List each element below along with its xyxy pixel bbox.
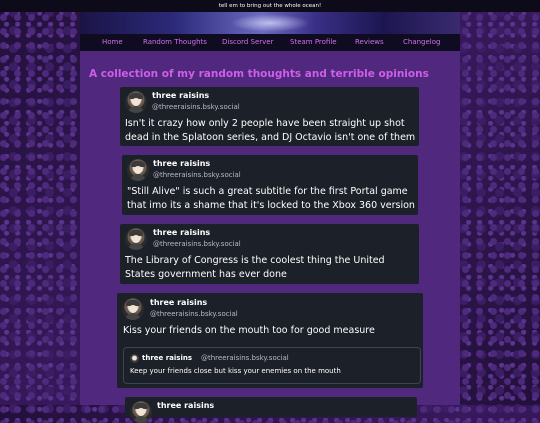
quoted-post-text: Keep your friends close but kiss your en… [130, 367, 341, 375]
quoted-post[interactable]: three raisins @threeraisins.bsky.social … [123, 347, 421, 384]
author-name[interactable]: three raisins [150, 298, 207, 307]
author-name[interactable]: three raisins [153, 159, 210, 168]
nav-steam-profile[interactable]: Steam Profile [290, 38, 337, 46]
avatar[interactable] [130, 401, 152, 423]
avatar[interactable] [130, 354, 139, 363]
author-handle[interactable]: @threeraisins.bsky.social [150, 310, 238, 318]
post-text: Kiss your friends on the mouth too for g… [123, 325, 375, 336]
banner-glow [230, 14, 310, 32]
post-text: "Still Alive" is such a great subtitle f… [127, 186, 415, 211]
announcement-bar: tell em to bring out the whole ocean! [0, 0, 540, 12]
author-name[interactable]: three raisins [152, 91, 209, 100]
avatar[interactable] [127, 159, 149, 181]
page-title: A collection of my random thoughts and t… [89, 68, 429, 80]
post-card[interactable]: three raisins @threeraisins.bsky.social … [117, 293, 423, 388]
nav-reviews[interactable]: Reviews [355, 38, 384, 46]
avatar[interactable] [122, 298, 144, 320]
avatar[interactable] [125, 228, 147, 250]
post-card[interactable]: three raisins @threeraisins.bsky.social … [122, 155, 418, 215]
site-banner [80, 12, 460, 34]
author-name[interactable]: three raisins [157, 401, 214, 410]
nav-random-thoughts[interactable]: Random Thoughts [143, 38, 207, 46]
post-text: The Library of Congress is the coolest t… [125, 255, 385, 280]
quoted-author-handle[interactable]: @threeraisins.bsky.social [201, 354, 289, 362]
nav-home[interactable]: Home [102, 38, 123, 46]
post-text: Isn't it crazy how only 2 people have be… [125, 118, 416, 143]
author-handle[interactable]: @threeraisins.bsky.social [152, 103, 240, 111]
main-nav: Home Random Thoughts Discord Server Stea… [80, 34, 460, 51]
avatar[interactable] [125, 91, 147, 113]
author-handle[interactable]: @threeraisins.bsky.social [153, 240, 241, 248]
author-name[interactable]: three raisins [153, 228, 210, 237]
post-card[interactable]: three raisins [125, 397, 417, 423]
post-card[interactable]: three raisins @threeraisins.bsky.social … [120, 224, 419, 284]
announcement-text: tell em to bring out the whole ocean! [218, 3, 322, 9]
nav-discord-server[interactable]: Discord Server [222, 38, 274, 46]
post-card[interactable]: three raisins @threeraisins.bsky.social … [120, 87, 419, 146]
nav-changelog[interactable]: Changelog [403, 38, 440, 46]
quoted-author-name[interactable]: three raisins [142, 354, 192, 362]
author-handle[interactable]: @threeraisins.bsky.social [153, 171, 241, 179]
